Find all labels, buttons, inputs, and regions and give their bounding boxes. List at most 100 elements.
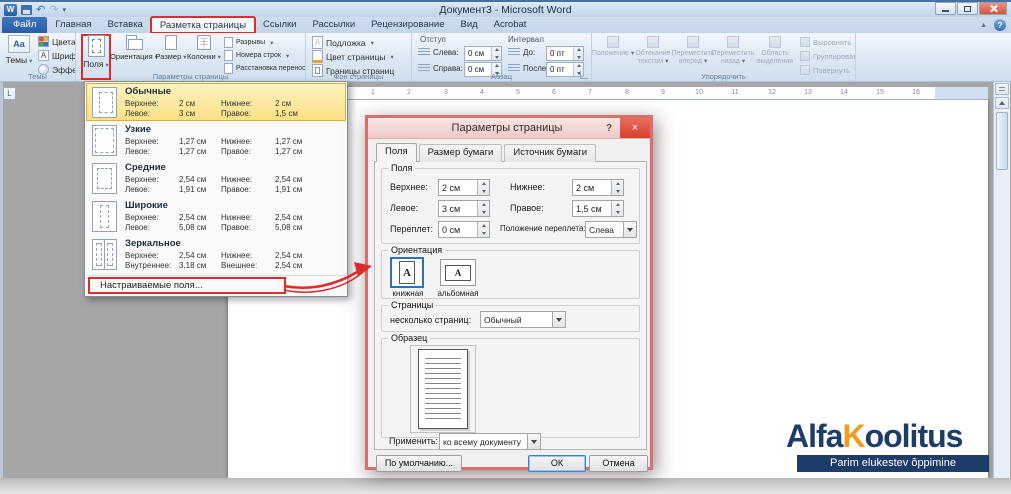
gutter-position-select[interactable]: Слева xyxy=(585,221,637,238)
combo-arrow-icon[interactable] xyxy=(527,434,540,449)
send-backward-button[interactable]: Переместить назад xyxy=(714,36,752,65)
minimize-button[interactable] xyxy=(935,2,956,15)
tab-insert[interactable]: Вставка xyxy=(100,17,151,33)
landscape-option[interactable]: A xyxy=(440,259,476,286)
right-margin-stepper[interactable]: 1,5 см xyxy=(572,200,624,217)
top-margin-stepper[interactable]: 2 см xyxy=(438,179,490,196)
minimize-ribbon-icon[interactable]: ▲ xyxy=(980,22,987,29)
window-left-edge xyxy=(0,82,3,478)
down-arrow-icon[interactable] xyxy=(478,188,489,196)
tab-mailings[interactable]: Рассылки xyxy=(304,17,363,33)
up-arrow-icon[interactable] xyxy=(612,180,623,188)
group-button[interactable]: Группировать xyxy=(800,51,856,61)
columns-button[interactable]: Колонки xyxy=(186,35,222,61)
cancel-button[interactable]: Отмена xyxy=(589,455,648,472)
margins-option-mirrored[interactable]: Зеркальное Верхнее:2,54 смНижнее:2,54 см… xyxy=(86,235,346,273)
paragraph-dialog-launcher-icon[interactable] xyxy=(580,71,588,79)
up-arrow-icon[interactable] xyxy=(478,201,489,209)
tab-home[interactable]: Главная xyxy=(47,17,99,33)
dialog-help-button[interactable]: ? xyxy=(598,123,620,134)
align-button[interactable]: Выровнять xyxy=(800,37,856,47)
spacing-title: Интервал xyxy=(508,35,544,44)
orientation-button[interactable]: Ориентация xyxy=(112,35,156,61)
apply-to-select[interactable]: ко всему документу xyxy=(439,433,541,450)
themes-button[interactable]: Темы xyxy=(4,35,34,65)
margins-option-name: Средние xyxy=(125,162,340,173)
stepper-arrows[interactable] xyxy=(477,201,489,216)
indent-left-stepper[interactable]: 0 см xyxy=(464,46,502,61)
down-arrow-icon[interactable] xyxy=(478,230,489,238)
stepper-arrows[interactable] xyxy=(611,180,623,195)
margin-label: Нижнее: xyxy=(221,175,275,185)
margins-option-medium[interactable]: Средние Верхнее:2,54 смНижнее:2,54 см Ле… xyxy=(86,159,346,197)
undo-icon[interactable]: ↶ xyxy=(36,5,45,15)
theme-colors-button[interactable]: Цвета xyxy=(38,36,76,47)
dialog-tab-paper-source[interactable]: Источник бумаги xyxy=(504,144,596,162)
help-icon[interactable]: ? xyxy=(994,19,1006,31)
tab-review[interactable]: Рецензирование xyxy=(363,17,452,33)
bottom-margin-stepper[interactable]: 2 см xyxy=(572,179,624,196)
up-arrow-icon[interactable] xyxy=(478,222,489,230)
dialog-tab-margins[interactable]: Поля xyxy=(376,143,417,162)
stepper-arrows[interactable] xyxy=(477,222,489,237)
position-button[interactable]: Положение xyxy=(594,36,632,58)
custom-margins-menu-item[interactable]: Настраиваемые поля... xyxy=(86,275,346,294)
dialog-close-button[interactable]: × xyxy=(620,118,650,138)
qat-customize-icon[interactable]: ▾ xyxy=(62,6,66,14)
default-button[interactable]: По умолчанию... xyxy=(376,455,462,472)
tab-page-layout[interactable]: Разметка страницы xyxy=(151,17,255,33)
up-arrow-icon[interactable] xyxy=(612,201,623,209)
spacing-before-value: 0 пт xyxy=(547,47,573,60)
up-arrow-icon[interactable] xyxy=(478,180,489,188)
down-arrow-icon[interactable] xyxy=(612,209,623,217)
spacing-before-stepper[interactable]: 0 пт xyxy=(546,46,584,61)
indent-left-arrows[interactable] xyxy=(491,47,501,60)
down-arrow-icon[interactable] xyxy=(492,54,501,61)
word-logo-icon[interactable]: W xyxy=(4,4,17,16)
ruler-toggle-button[interactable] xyxy=(995,83,1009,95)
ok-button[interactable]: ОК xyxy=(528,455,586,472)
dialog-tab-paper-size[interactable]: Размер бумаги xyxy=(419,144,503,162)
bottom-shadow xyxy=(0,478,1011,494)
bring-forward-button[interactable]: Переместить вперед xyxy=(674,36,712,65)
ruler-number: 3 xyxy=(439,89,453,96)
wrap-text-button[interactable]: Обтекание текстом xyxy=(634,36,672,65)
multiple-pages-select[interactable]: Обычный xyxy=(480,311,566,328)
combo-arrow-icon[interactable] xyxy=(623,222,636,237)
tab-acrobat[interactable]: Acrobat xyxy=(486,17,535,33)
scrollbar-thumb[interactable] xyxy=(996,112,1008,170)
stepper-arrows[interactable] xyxy=(611,201,623,216)
line-numbers-button[interactable]: Номера строк xyxy=(224,50,289,61)
landscape-icon: A xyxy=(445,265,471,281)
theme-fonts-button[interactable]: Шрифты xyxy=(38,50,76,61)
down-arrow-icon[interactable] xyxy=(478,209,489,217)
size-button[interactable]: Размер xyxy=(156,35,186,61)
portrait-option[interactable]: A xyxy=(390,257,424,288)
close-button[interactable] xyxy=(979,2,1007,15)
down-arrow-icon[interactable] xyxy=(574,54,583,61)
selection-pane-button[interactable]: Область выделения xyxy=(754,36,796,65)
tab-file[interactable]: Файл xyxy=(2,17,47,33)
margin-label: Нижнее: xyxy=(221,99,275,109)
redo-icon[interactable]: ↷ xyxy=(49,5,58,15)
tab-view[interactable]: Вид xyxy=(452,17,485,33)
scroll-up-button[interactable] xyxy=(995,97,1009,109)
down-arrow-icon[interactable] xyxy=(612,188,623,196)
maximize-button[interactable] xyxy=(957,2,978,15)
tab-stop-selector[interactable]: L xyxy=(3,87,16,100)
margins-option-wide[interactable]: Широкие Верхнее:2,54 смНижнее:2,54 см Ле… xyxy=(86,197,346,235)
breaks-button[interactable]: Разрывы xyxy=(224,37,273,48)
dialog-title-bar[interactable]: Параметры страницы ? × xyxy=(368,118,650,139)
gutter-stepper[interactable]: 0 см xyxy=(438,221,490,238)
stepper-arrows[interactable] xyxy=(477,180,489,195)
combo-arrow-icon[interactable] xyxy=(552,312,565,327)
watermark-button[interactable]: Подложка xyxy=(312,36,374,49)
margins-option-normal[interactable]: Обычные Верхнее:2 смНижнее:2 см Левое:3 … xyxy=(86,83,346,121)
margins-option-narrow[interactable]: Узкие Верхнее:1,27 смНижнее:1,27 см Лево… xyxy=(86,121,346,159)
save-icon[interactable] xyxy=(21,5,32,15)
left-margin-stepper[interactable]: 3 см xyxy=(438,200,490,217)
spacing-before-arrows[interactable] xyxy=(573,47,583,60)
page-color-button[interactable]: Цвет страницы xyxy=(312,50,394,63)
tab-references[interactable]: Ссылки xyxy=(255,17,304,33)
right-margin-value: 1,5 см xyxy=(573,201,611,216)
